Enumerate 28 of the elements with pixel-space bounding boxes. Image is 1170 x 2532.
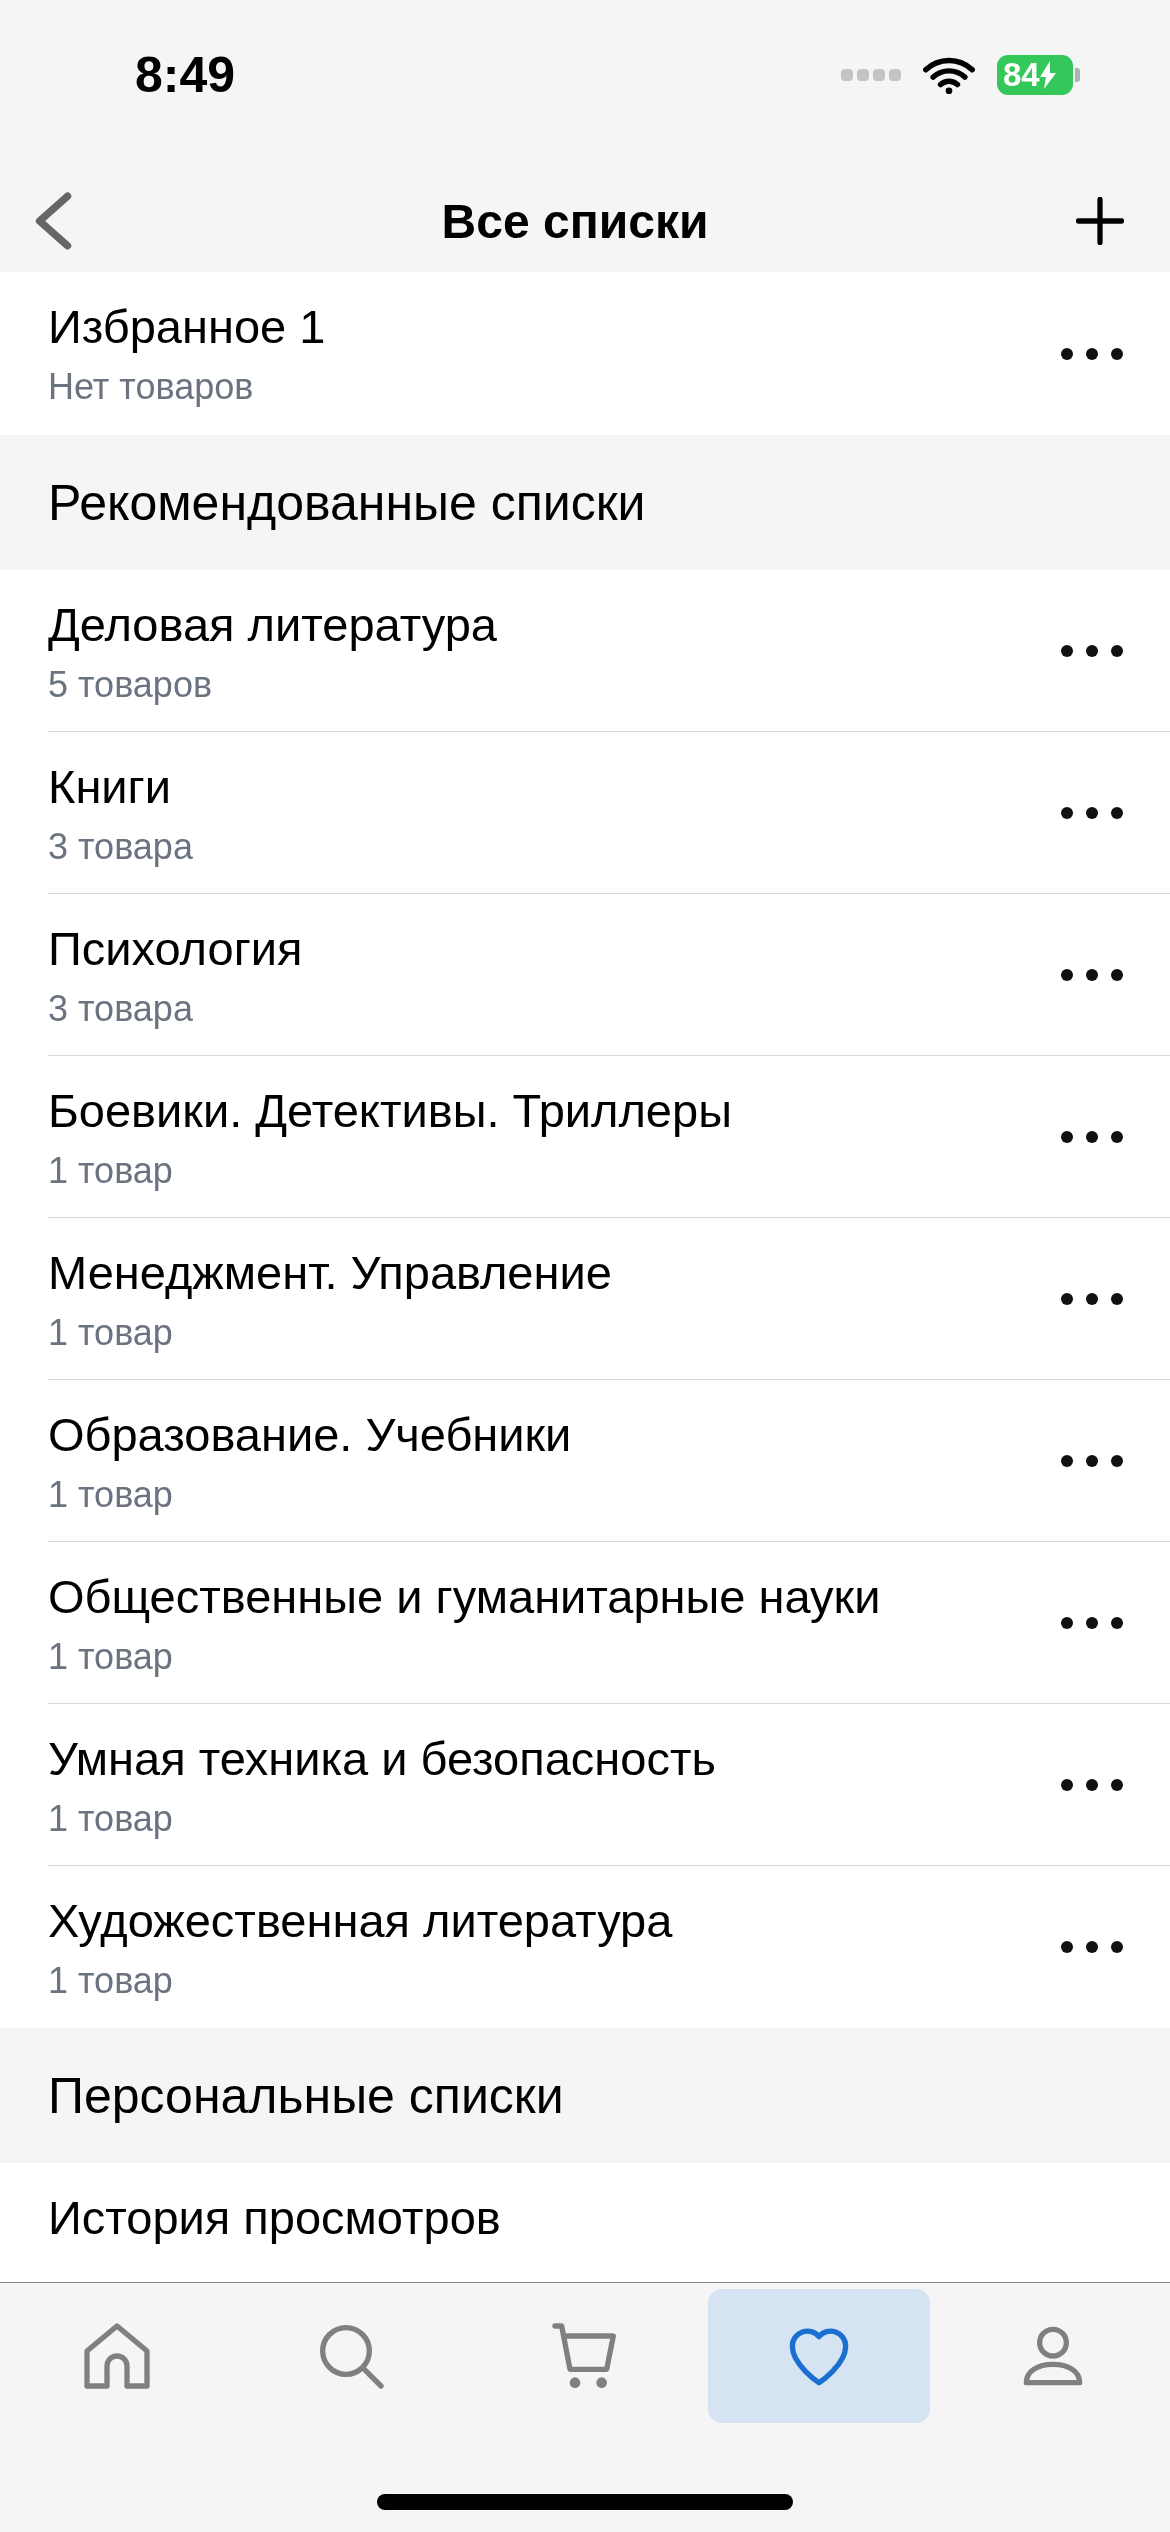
list-subtitle: Нет товаров	[48, 366, 255, 408]
section-title: Персональные списки	[48, 2066, 564, 2125]
signal-icon	[841, 68, 901, 82]
list-title: Психология	[48, 920, 303, 976]
page-title: Все списки	[441, 193, 709, 249]
list-subtitle: 5 товаров	[48, 663, 214, 706]
list-title: Менеджмент. Управление	[48, 1244, 612, 1300]
list-title: Образование. Учебники	[48, 1406, 572, 1462]
list-subtitle: 3 товара	[48, 987, 194, 1030]
list-subtitle: 1 товар	[48, 1797, 174, 1840]
list-title: История просмотров	[48, 2189, 501, 2245]
list-subtitle: 1 товар	[48, 1311, 174, 1354]
list-title: Боевики. Детективы. Триллеры	[48, 1082, 732, 1138]
list-subtitle: 1 товар	[48, 1959, 174, 2002]
list-title: Умная техника и безопасность	[48, 1730, 716, 1786]
section-title: Рекомендованные списки	[48, 473, 646, 532]
list-title: Художественная литература	[48, 1892, 673, 1948]
list-subtitle: 1 товар	[48, 1149, 174, 1192]
list-title: Избранное 1	[48, 299, 326, 354]
list-subtitle: 1 товар	[48, 1473, 174, 1516]
status-time: 8:49	[135, 46, 236, 104]
list-subtitle: 1 товар	[48, 1635, 174, 1678]
wifi-icon	[923, 56, 975, 94]
list-subtitle: 3 товара	[48, 825, 193, 868]
list-title: Деловая литература	[48, 596, 497, 652]
list-title: Книги	[48, 758, 172, 814]
list-title: Общественные и гуманитарные науки	[48, 1568, 881, 1624]
tab-button[interactable]	[708, 2289, 930, 2423]
